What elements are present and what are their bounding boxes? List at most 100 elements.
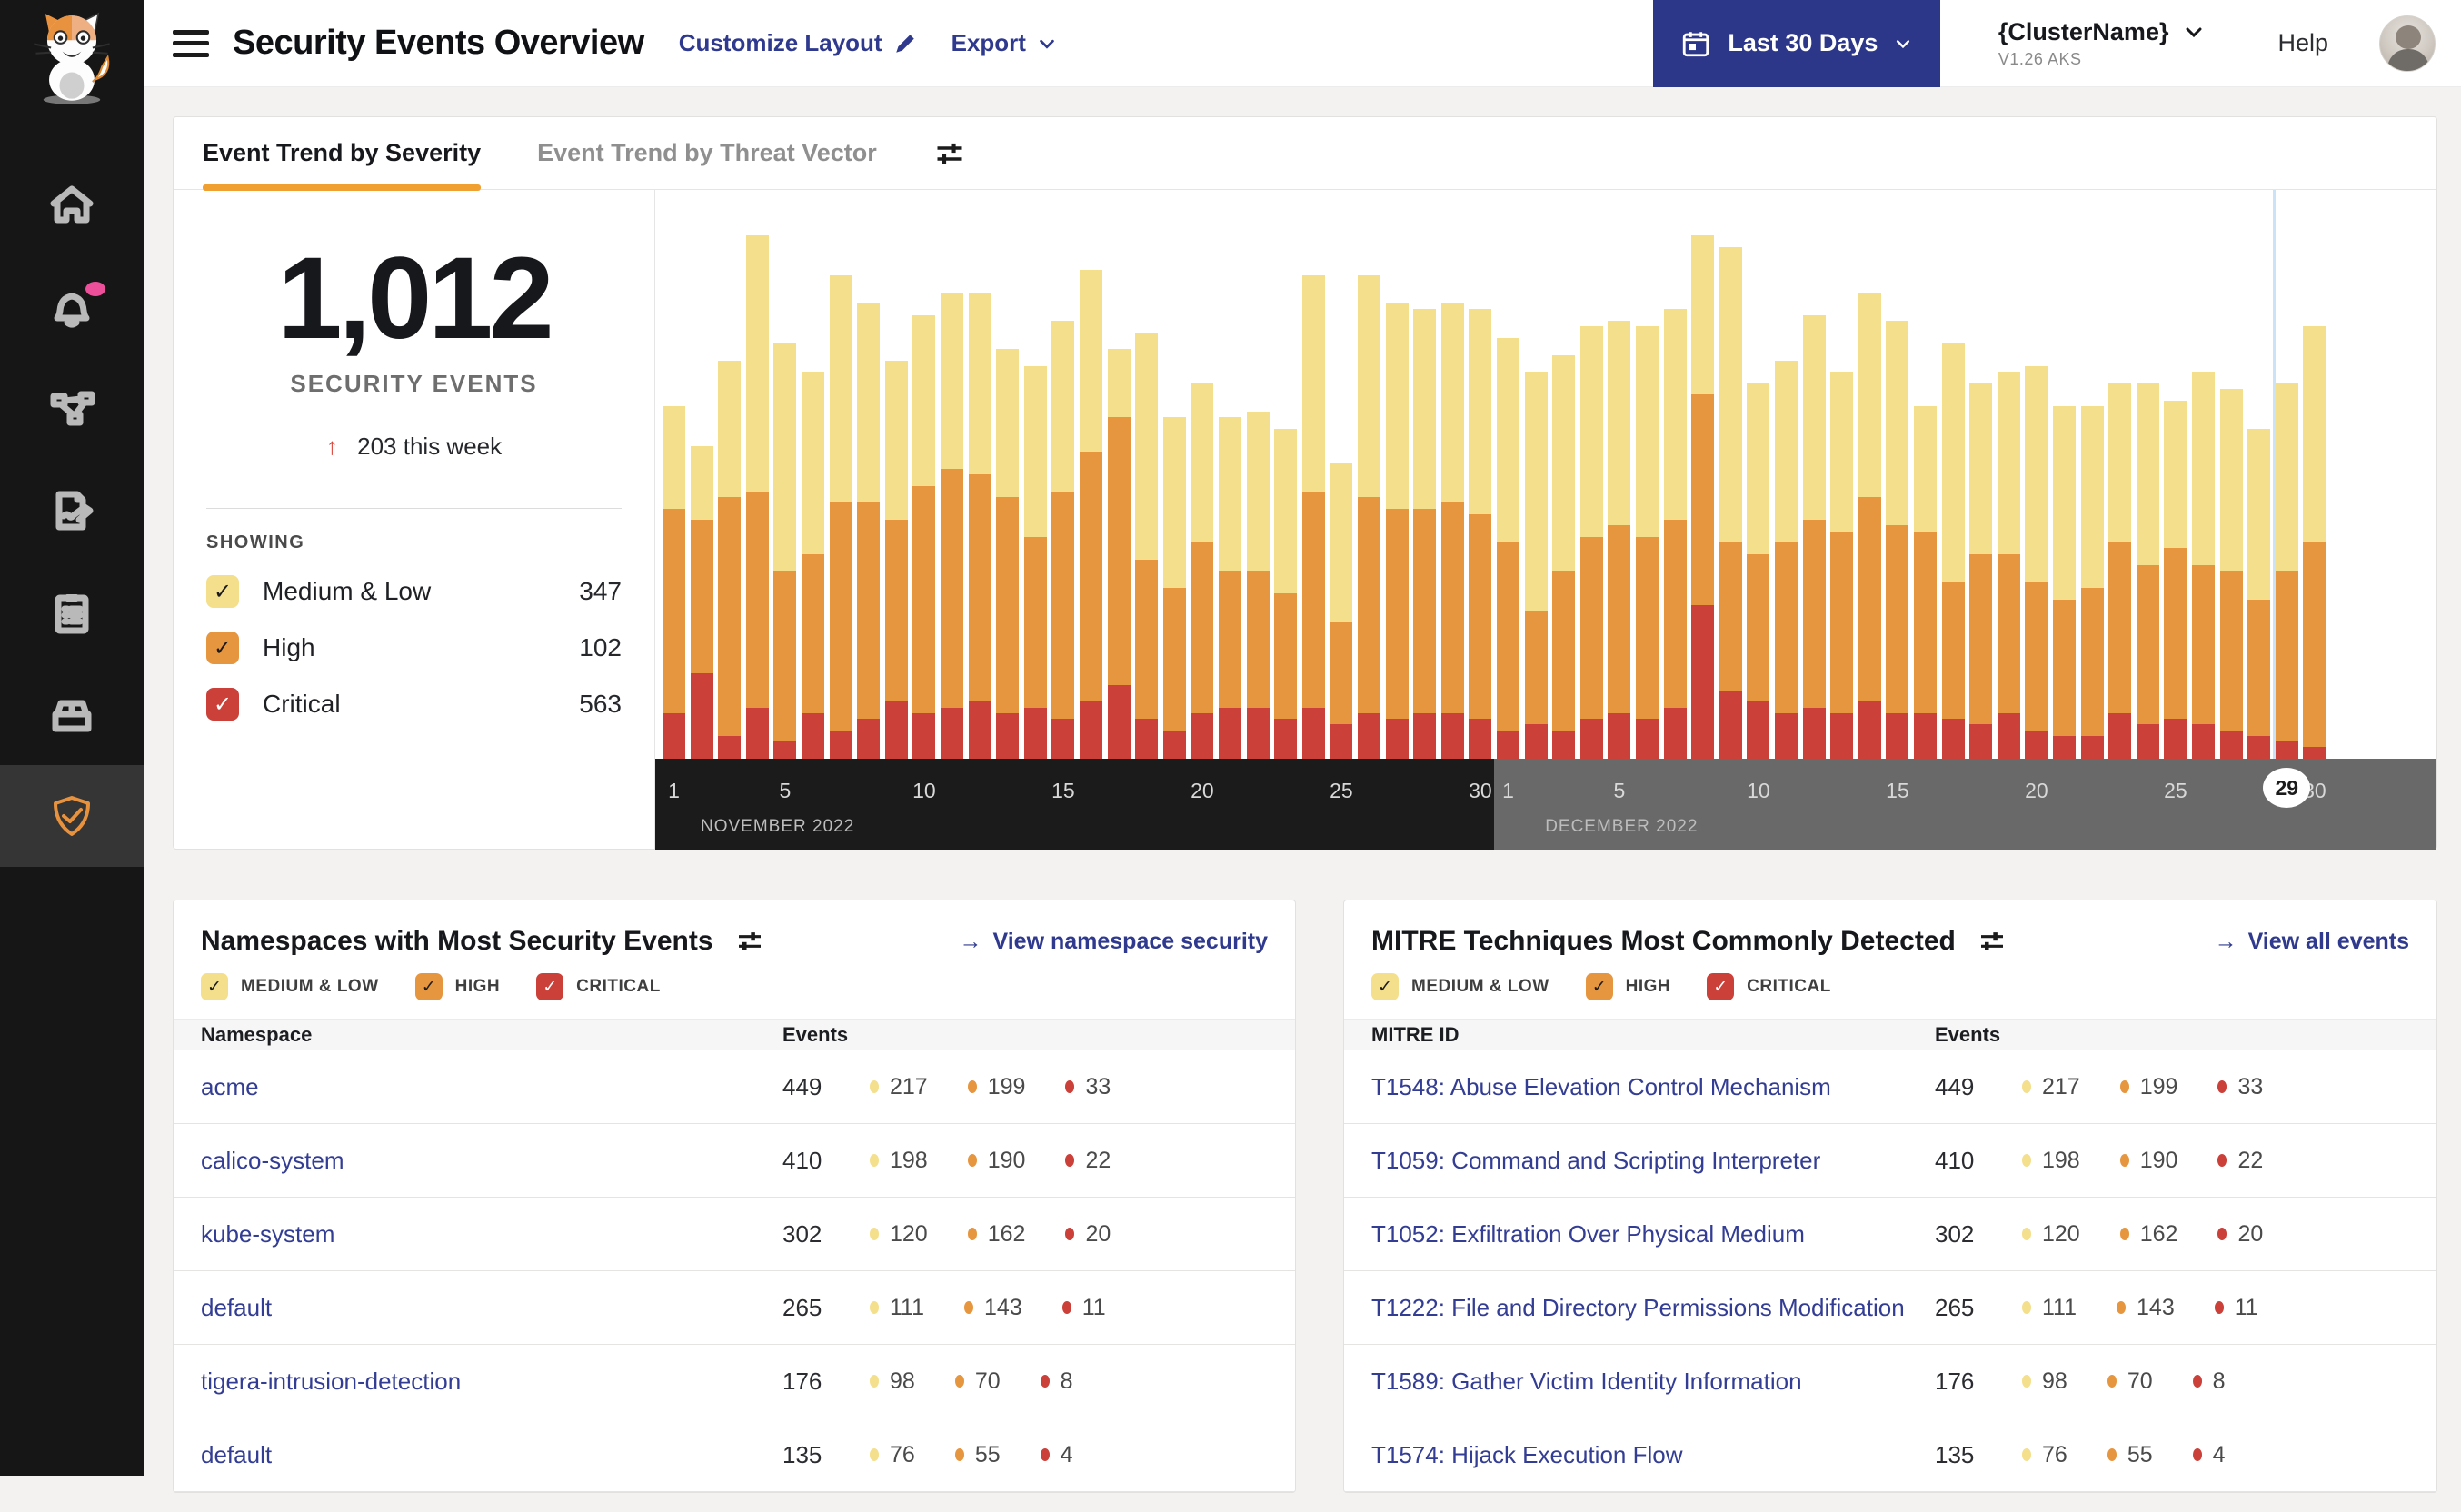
help-link[interactable]: Help xyxy=(2277,29,2328,57)
namespace-column-header: Namespace xyxy=(201,1023,313,1046)
row-link[interactable]: kube-system xyxy=(201,1220,334,1248)
sidebar-item-workloads[interactable] xyxy=(0,663,144,765)
stacked-bar-day-nov-28 xyxy=(1413,309,1437,759)
bar-segment-critical xyxy=(1330,724,1353,759)
severity-checkbox-medium_low[interactable]: ✓ xyxy=(201,973,228,1000)
stacked-bar-day-nov-24 xyxy=(1301,274,1325,759)
bar-segment-medium-low xyxy=(1135,332,1159,560)
tab-event-trend-by-threat-vector[interactable]: Event Trend by Threat Vector xyxy=(537,117,877,190)
severity-checkbox-critical[interactable]: ✓ xyxy=(1707,973,1735,1000)
high-dot-icon xyxy=(2119,1080,2129,1093)
bar-segment-medium-low xyxy=(1636,326,1659,537)
critical-dot-icon xyxy=(1040,1375,1050,1388)
stacked-bar-day-nov-15 xyxy=(1051,321,1075,759)
events-critical: 4 xyxy=(1040,1442,1073,1468)
severity-checkbox-high[interactable]: ✓ xyxy=(1585,973,1613,1000)
sidebar-item-policies[interactable] xyxy=(0,460,144,562)
mitre-filter-settings-button[interactable] xyxy=(1978,927,2007,956)
legend-item-critical[interactable]: ✓ CRITICAL xyxy=(1707,973,1831,1000)
sidebar-item-service-graph[interactable] xyxy=(0,358,144,460)
row-link[interactable]: acme xyxy=(201,1073,259,1100)
bar-segment-critical xyxy=(1301,707,1325,759)
trend-filter-settings-button[interactable] xyxy=(933,137,966,170)
row-link[interactable]: T1574: Hijack Execution Flow xyxy=(1371,1441,1682,1468)
bar-segment-medium-low xyxy=(1080,269,1102,452)
high-dot-icon xyxy=(2117,1301,2127,1314)
tab-event-trend-by-severity[interactable]: Event Trend by Severity xyxy=(203,117,482,191)
axis-tick: 15 xyxy=(1886,779,1909,802)
bar-segment-medium-low xyxy=(2303,326,2326,543)
view-namespace-security-link[interactable]: → View namespace security xyxy=(960,929,1269,955)
severity-checkbox-critical[interactable]: ✓ xyxy=(536,973,564,1000)
legend-item-medium_low[interactable]: ✓ MEDIUM & LOW xyxy=(1371,973,1549,1000)
mitre-table-header: MITRE ID Events xyxy=(1344,1019,2436,1050)
row-link[interactable]: default xyxy=(201,1294,272,1321)
axis-tick: 1 xyxy=(1502,779,1514,802)
namespaces-filter-settings-button[interactable] xyxy=(735,927,764,956)
stacked-bar-day-nov-17 xyxy=(1107,349,1131,759)
severity-checkbox-high[interactable]: ✓ xyxy=(206,632,239,664)
row-link[interactable]: default xyxy=(201,1441,272,1468)
row-link[interactable]: T1059: Command and Scripting Interpreter xyxy=(1371,1147,1820,1174)
chevron-down-icon xyxy=(2186,27,2202,38)
mitre-card-title: MITRE Techniques Most Commonly Detected xyxy=(1371,926,1956,956)
events-total: 410 xyxy=(782,1146,822,1174)
bar-segment-medium-low xyxy=(1775,360,1798,543)
legend-item-high[interactable]: ✓ HIGH xyxy=(414,973,501,1000)
legend-item-critical[interactable]: ✓ CRITICAL xyxy=(536,973,661,1000)
row-link[interactable]: T1052: Exfiltration Over Physical Medium xyxy=(1371,1220,1805,1248)
bar-segment-critical xyxy=(1830,712,1854,759)
row-link[interactable]: T1222: File and Directory Permissions Mo… xyxy=(1371,1294,1905,1321)
calico-cat-logo[interactable] xyxy=(0,0,144,109)
severity-summary-panel: 1,012 SECURITY EVENTS ↑ 203 this week SH… xyxy=(174,190,655,849)
view-namespace-security-label: View namespace security xyxy=(992,928,1269,954)
events-medium_low: 111 xyxy=(2022,1295,2077,1321)
row-link[interactable]: T1548: Abuse Elevation Control Mechanism xyxy=(1371,1073,1831,1100)
bar-segment-critical xyxy=(663,712,685,759)
medium_low-dot-icon xyxy=(2022,1228,2031,1240)
severity-checkbox-medium_low[interactable]: ✓ xyxy=(206,575,239,608)
chevron-down-icon xyxy=(1040,39,1054,49)
sidebar-item-threat-defense[interactable] xyxy=(0,765,144,867)
bar-segment-medium-low xyxy=(968,292,991,475)
high-dot-icon xyxy=(954,1448,964,1461)
axis-tick: 20 xyxy=(1191,779,1214,802)
high-dot-icon xyxy=(967,1228,977,1240)
bar-segment-medium-low xyxy=(718,360,742,498)
export-button[interactable]: Export xyxy=(952,29,1057,57)
bar-segment-medium-low xyxy=(1330,463,1353,622)
severity-count: 347 xyxy=(579,577,622,605)
events-medium_low: 198 xyxy=(2022,1148,2080,1174)
severity-checkbox-critical[interactable]: ✓ xyxy=(206,688,239,721)
view-all-events-link[interactable]: → View all events xyxy=(2215,929,2409,955)
legend-item-high[interactable]: ✓ HIGH xyxy=(1585,973,1671,1000)
row-link[interactable]: tigera-intrusion-detection xyxy=(201,1368,461,1395)
bar-segment-high xyxy=(1719,542,1742,691)
severity-checkbox-high[interactable]: ✓ xyxy=(414,973,443,1000)
sidebar-item-home[interactable] xyxy=(0,154,144,256)
bar-segment-critical xyxy=(1023,707,1047,759)
bar-segment-medium-low xyxy=(663,405,685,509)
date-range-button[interactable]: Last 30 Days xyxy=(1652,0,1940,87)
sidebar-item-alerts[interactable] xyxy=(0,256,144,358)
critical-dot-icon xyxy=(2217,1228,2227,1240)
bar-segment-critical xyxy=(2136,724,2159,759)
sidebar-item-compliance[interactable] xyxy=(0,562,144,663)
row-link[interactable]: T1589: Gather Victim Identity Informatio… xyxy=(1371,1368,1802,1395)
namespaces-severity-legend: ✓ MEDIUM & LOW ✓ HIGH ✓ CRITICAL xyxy=(174,957,1295,1019)
legend-item-medium_low[interactable]: ✓ MEDIUM & LOW xyxy=(201,973,379,1000)
stacked-bar-day-dec-15 xyxy=(1886,320,1909,759)
bar-segment-high xyxy=(1663,520,1687,708)
bar-segment-medium-low xyxy=(1162,417,1186,589)
cluster-selector[interactable]: {ClusterName} V1.26 AKS xyxy=(1998,18,2206,69)
row-link[interactable]: calico-system xyxy=(201,1147,344,1174)
bar-segment-medium-low xyxy=(2164,400,2187,549)
bar-segment-high xyxy=(745,491,769,708)
menu-toggle-button[interactable] xyxy=(173,29,209,57)
high-dot-icon xyxy=(954,1375,964,1388)
severity-checkbox-medium_low[interactable]: ✓ xyxy=(1371,973,1399,1000)
bar-segment-high xyxy=(2108,542,2132,713)
user-avatar[interactable] xyxy=(2379,15,2436,72)
critical-dot-icon xyxy=(2192,1448,2202,1461)
customize-layout-button[interactable]: Customize Layout xyxy=(679,29,917,57)
